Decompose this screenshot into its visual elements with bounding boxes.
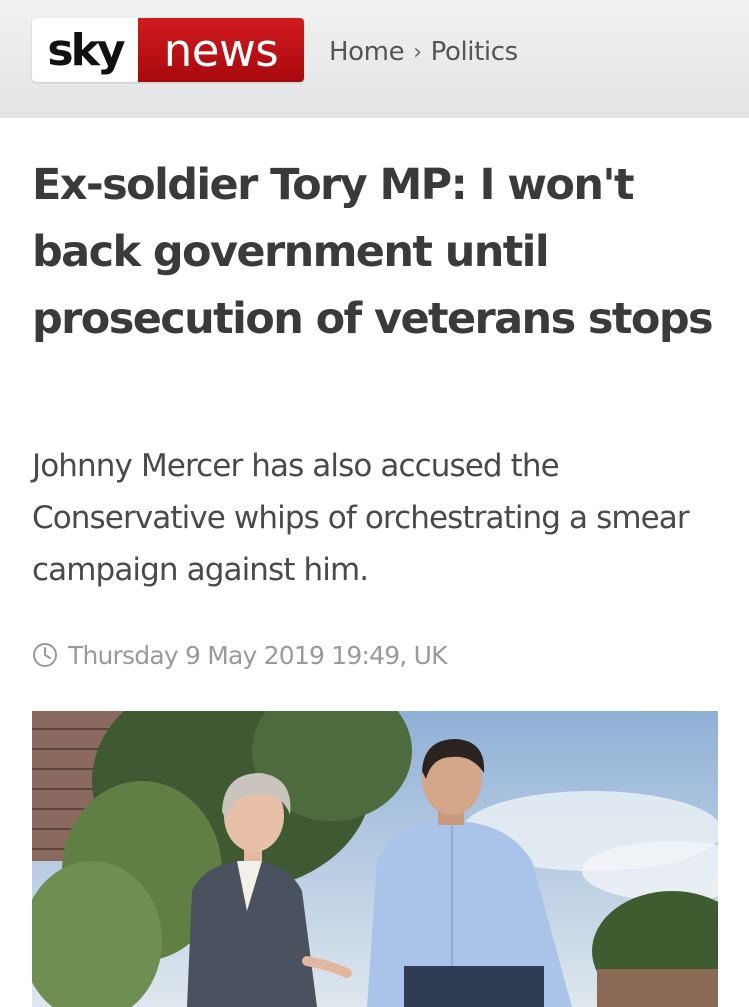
breadcrumb-separator: › <box>413 39 422 65</box>
breadcrumb: Home › Politics <box>329 32 518 72</box>
article-standfirst: Johnny Mercer has also accused the Conse… <box>32 448 690 588</box>
logo-news-text: news <box>138 18 304 82</box>
breadcrumb-politics-link[interactable]: Politics <box>431 37 519 67</box>
breadcrumb-home-link[interactable]: Home <box>329 37 405 67</box>
sky-news-logo[interactable]: sky news <box>32 18 304 82</box>
timestamp-text: Thursday 9 May 2019 19:49, UK <box>68 640 447 670</box>
site-header: sky news Home › Politics <box>0 0 749 118</box>
clock-icon <box>32 642 58 668</box>
logo-sky-text: sky <box>32 18 138 82</box>
article-timestamp: Thursday 9 May 2019 19:49, UK <box>32 635 447 675</box>
article-headline: Ex-soldier Tory MP: I won't back governm… <box>32 160 714 344</box>
article-hero-image[interactable] <box>32 711 718 1007</box>
